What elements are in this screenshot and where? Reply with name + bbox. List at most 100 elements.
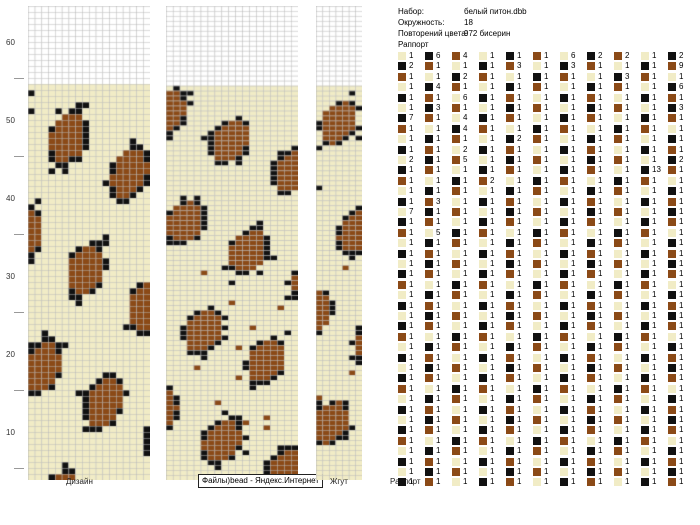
rapport-entry: 1 bbox=[506, 373, 532, 384]
color-swatch bbox=[479, 135, 487, 144]
rapport-entry: 1 bbox=[587, 436, 613, 447]
color-swatch bbox=[425, 187, 433, 196]
ruler-tick bbox=[14, 312, 24, 313]
rapport-entry: 1 bbox=[452, 228, 478, 239]
bead-count: 1 bbox=[598, 238, 603, 248]
rapport-entry: 1 bbox=[452, 353, 478, 364]
color-swatch bbox=[452, 145, 460, 154]
rapport-entry: 1 bbox=[641, 280, 667, 291]
color-swatch bbox=[506, 104, 514, 112]
bead-count: 1 bbox=[679, 123, 684, 133]
rapport-entry: 1 bbox=[425, 186, 451, 197]
rapport-entry: 1 bbox=[560, 405, 586, 416]
color-swatch bbox=[560, 384, 568, 393]
bead-count: 1 bbox=[490, 259, 495, 268]
color-swatch bbox=[398, 52, 406, 60]
rapport-entry: 1 bbox=[506, 446, 532, 457]
bead-count: 1 bbox=[517, 144, 522, 154]
simulation-grid[interactable] bbox=[166, 6, 298, 480]
bead-count: 1 bbox=[544, 217, 549, 227]
rapport-entry: 7 bbox=[398, 113, 424, 124]
bead-count: 1 bbox=[625, 155, 630, 164]
rapport-entry: 1 bbox=[533, 259, 559, 270]
rapport-entry: 1 bbox=[668, 197, 694, 208]
color-swatch bbox=[587, 426, 595, 435]
bead-count: 1 bbox=[571, 477, 576, 487]
simulation-grid-panel[interactable] bbox=[166, 6, 298, 486]
color-swatch bbox=[452, 187, 460, 196]
color-swatch bbox=[479, 280, 487, 289]
color-swatch bbox=[533, 291, 541, 300]
color-swatch bbox=[614, 228, 622, 237]
bead-count: 1 bbox=[544, 300, 549, 310]
color-swatch bbox=[398, 322, 406, 331]
color-swatch bbox=[668, 301, 676, 310]
color-swatch bbox=[506, 447, 514, 456]
rapport-entry: 1 bbox=[506, 259, 532, 270]
bead-count: 1 bbox=[436, 155, 441, 164]
rapport-entry: 1 bbox=[668, 207, 694, 218]
rapport-entry: 1 bbox=[641, 155, 667, 166]
bead-count: 1 bbox=[679, 300, 684, 310]
bead-count: 1 bbox=[652, 196, 657, 206]
bead-count: 1 bbox=[652, 300, 657, 310]
rapport-entry: 1 bbox=[452, 290, 478, 301]
design-grid-panel[interactable] bbox=[28, 6, 150, 486]
rapport-entry: 1 bbox=[587, 113, 613, 124]
set-value: белый питон.dbb bbox=[464, 7, 527, 16]
color-swatch bbox=[587, 291, 595, 300]
color-swatch bbox=[506, 395, 514, 404]
rapport-entry: 1 bbox=[452, 332, 478, 343]
color-swatch bbox=[398, 384, 406, 393]
bead-count: 1 bbox=[625, 196, 630, 206]
rapport-entry: 1 bbox=[533, 249, 559, 260]
rapport-entry: 1 bbox=[587, 134, 613, 145]
tube-grid[interactable] bbox=[316, 6, 362, 480]
rapport-entry: 1 bbox=[452, 415, 478, 426]
bead-count: 1 bbox=[517, 279, 522, 289]
color-swatch bbox=[506, 93, 514, 102]
rapport-entry: 1 bbox=[587, 269, 613, 280]
color-swatch bbox=[479, 405, 487, 414]
bead-count: 1 bbox=[517, 415, 522, 424]
color-swatch bbox=[479, 447, 487, 456]
color-swatch bbox=[560, 83, 568, 92]
color-swatch bbox=[614, 353, 622, 362]
rapport-entry: 1 bbox=[560, 332, 586, 343]
rapport-entry: 1 bbox=[479, 207, 505, 218]
rapport-entry: 1 bbox=[425, 467, 451, 478]
bead-count: 1 bbox=[517, 373, 522, 383]
color-swatch bbox=[641, 426, 649, 435]
rapport-entry: 1 bbox=[452, 394, 478, 405]
rapport-entry: 2 bbox=[398, 155, 424, 166]
rapport-entry: 1 bbox=[506, 72, 532, 83]
bead-count: 1 bbox=[490, 196, 495, 206]
rapport-entry: 1 bbox=[425, 207, 451, 218]
bead-count: 1 bbox=[598, 61, 603, 71]
bead-count: 1 bbox=[436, 352, 441, 362]
bead-count: 1 bbox=[490, 155, 495, 164]
rapport-entry: 1 bbox=[425, 436, 451, 447]
color-swatch bbox=[506, 364, 514, 372]
color-swatch bbox=[614, 322, 622, 331]
rapport-entry: 1 bbox=[668, 145, 694, 156]
rapport-entry: 1 bbox=[587, 72, 613, 83]
rapport-entry: 1 bbox=[641, 124, 667, 135]
color-swatch bbox=[668, 166, 676, 175]
design-grid[interactable] bbox=[28, 6, 150, 480]
rapport-entry: 1 bbox=[425, 124, 451, 135]
rapport-entry: 1 bbox=[614, 176, 640, 187]
rapport-entry: 1 bbox=[668, 165, 694, 176]
bead-count: 1 bbox=[436, 165, 441, 175]
bead-count: 1 bbox=[652, 248, 657, 258]
rapport-entry: 1 bbox=[533, 384, 559, 395]
tube-grid-panel[interactable] bbox=[316, 6, 362, 486]
color-swatch bbox=[506, 114, 514, 123]
color-swatch bbox=[614, 416, 622, 424]
rapport-entry: 3 bbox=[614, 72, 640, 83]
color-swatch bbox=[587, 218, 595, 227]
rapport-entry: 1 bbox=[641, 363, 667, 374]
rapport-entry: 1 bbox=[425, 72, 451, 83]
rapport-entry: 1 bbox=[506, 165, 532, 176]
rapport-entry: 1 bbox=[587, 280, 613, 291]
